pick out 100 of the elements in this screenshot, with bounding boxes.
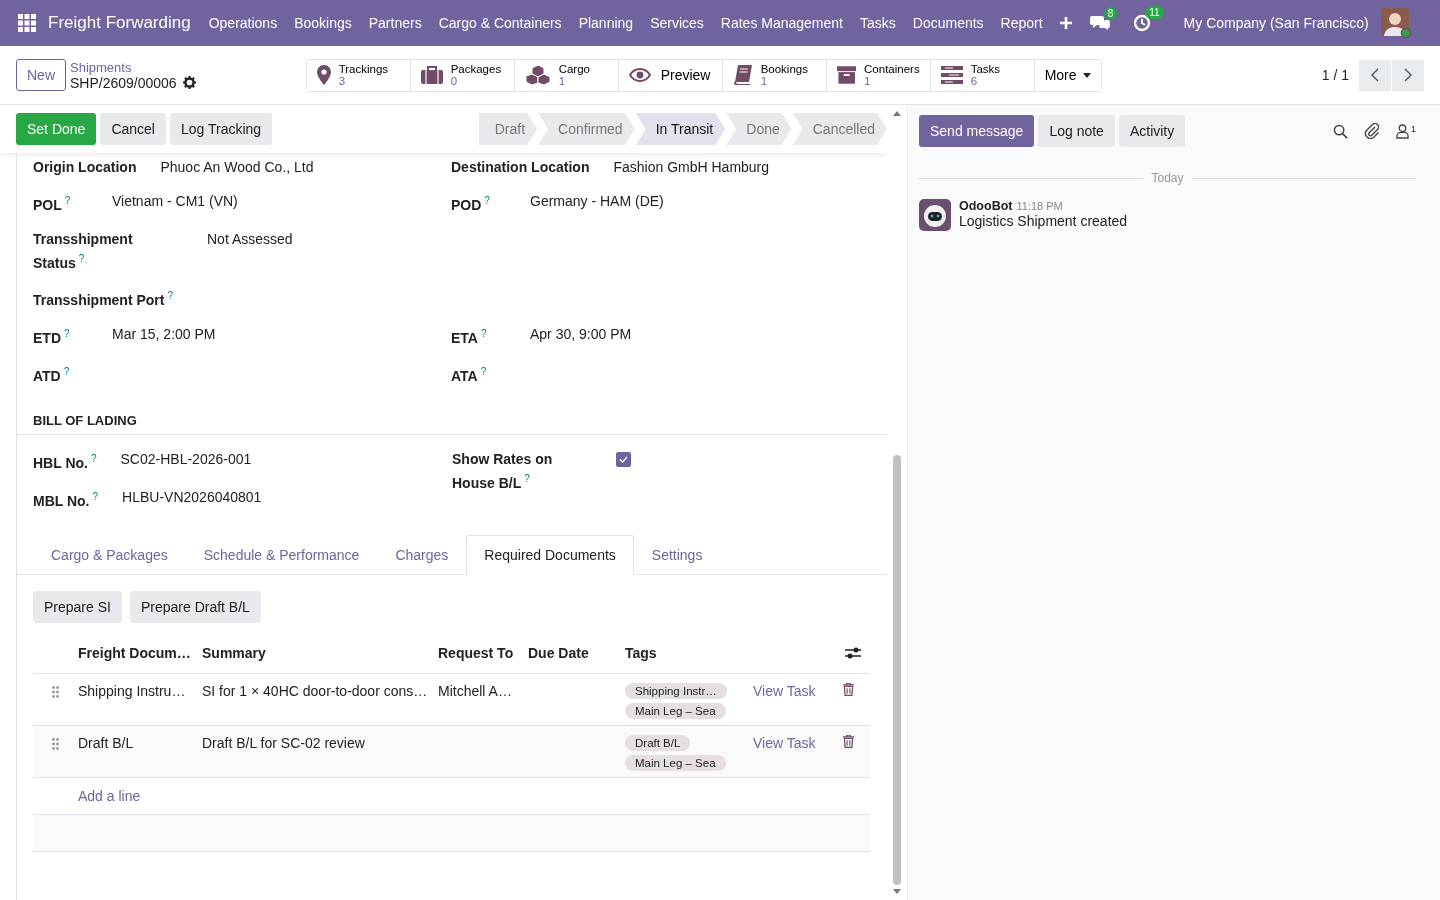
- activity-count: 11: [1145, 6, 1164, 19]
- robot-avatar-icon: [919, 199, 951, 231]
- checkmark-icon: [619, 456, 628, 464]
- field-label: Destination Location: [451, 158, 591, 177]
- menu-item[interactable]: Report: [1000, 15, 1043, 31]
- company-switcher[interactable]: My Company (San Francisco): [1183, 15, 1369, 31]
- field-value: SC02-HBL-2026-001: [120, 450, 252, 470]
- menu-item[interactable]: Services: [650, 15, 704, 31]
- briefcase-icon: [420, 66, 443, 84]
- field-label: ATA $^{?}$: [451, 364, 488, 386]
- document-button[interactable]: Prepare SI: [33, 590, 122, 623]
- notebook-tab[interactable]: Schedule & Performance: [185, 534, 378, 575]
- trash-icon[interactable]: [843, 734, 854, 748]
- list-icon: [940, 66, 963, 84]
- document-button[interactable]: Prepare Draft B/L: [129, 590, 261, 623]
- cubes-icon: [524, 65, 551, 85]
- field-label: Origin Location: [33, 158, 138, 177]
- follower-count: 1: [1411, 123, 1416, 134]
- menu-item[interactable]: Planning: [578, 15, 634, 31]
- smart-button-label: Trackings 3: [338, 63, 389, 87]
- chatter-button[interactable]: Activity: [1118, 115, 1186, 147]
- message-author: OdooBot: [959, 199, 1013, 213]
- apps-grid-icon[interactable]: [18, 14, 36, 32]
- plus-icon[interactable]: [1059, 17, 1072, 29]
- user-icon[interactable]: [1396, 123, 1409, 139]
- section-title: BILL OF LADING: [17, 399, 887, 436]
- status-stage[interactable]: Done: [726, 113, 792, 145]
- chevron-left-icon: [1371, 68, 1379, 82]
- drag-handle-icon[interactable]: [52, 737, 59, 750]
- app-name[interactable]: Freight Forwarding: [48, 13, 191, 33]
- notebook-tab[interactable]: Settings: [633, 534, 721, 575]
- view-task-link[interactable]: View Task: [753, 682, 816, 699]
- date-separator: Today: [1151, 171, 1184, 185]
- chat-icon[interactable]: [1089, 15, 1110, 31]
- eye-icon: [628, 68, 651, 82]
- chatter-button[interactable]: Log note: [1038, 115, 1115, 147]
- trash-icon[interactable]: [843, 682, 854, 696]
- column-header[interactable]: Freight Docum…: [78, 644, 202, 661]
- drag-handle-icon[interactable]: [52, 685, 59, 698]
- tag: Main Leg – Sea: [625, 702, 726, 719]
- status-stage[interactable]: Draft: [478, 113, 538, 145]
- tag: Shipping Instr…: [625, 682, 727, 699]
- notebook-tab[interactable]: Charges: [377, 534, 467, 575]
- menu-item[interactable]: Tasks: [860, 15, 896, 31]
- smart-button[interactable]: Trackings 3: [306, 59, 411, 91]
- menu-item[interactable]: Bookings: [294, 15, 352, 31]
- table-cell-text: Draft B/L: [78, 734, 135, 751]
- search-icon[interactable]: [1333, 123, 1348, 139]
- column-header[interactable]: Tags: [625, 644, 753, 661]
- notebook-tab[interactable]: Cargo & Packages: [33, 534, 186, 575]
- menu-item[interactable]: Documents: [912, 15, 984, 31]
- send-message-button[interactable]: Send message: [919, 115, 1035, 147]
- menu-item[interactable]: Partners: [368, 15, 422, 31]
- scroll-down-icon[interactable]: [893, 889, 901, 894]
- field-label: POL $^{?}$: [33, 194, 72, 215]
- add-line-link[interactable]: Add a line: [78, 787, 141, 804]
- notebook-tab[interactable]: Required Documents: [466, 534, 634, 575]
- clock-icon[interactable]: [1133, 14, 1152, 32]
- status-stage[interactable]: In Transit: [635, 113, 726, 145]
- gear-icon[interactable]: [182, 76, 196, 89]
- map-pin-icon: [316, 65, 331, 85]
- menu-item[interactable]: Cargo & Containers: [438, 15, 562, 31]
- field-value: Vietnam - CM1 (VN): [112, 192, 238, 211]
- new-button[interactable]: New: [16, 59, 66, 91]
- table-cell-text: SI for 1 × 40HC door-to-door cons…: [202, 682, 429, 699]
- message-body: Logistics Shipment created: [959, 213, 1128, 229]
- field-label: ETD $^{?}$: [33, 326, 71, 348]
- secondary-button[interactable]: Cancel: [100, 113, 166, 145]
- column-header[interactable]: Summary: [202, 644, 438, 661]
- breadcrumb-link[interactable]: Shipments: [70, 59, 196, 75]
- view-task-link[interactable]: View Task: [753, 734, 816, 751]
- column-header[interactable]: Due Date: [528, 644, 625, 661]
- status-stage[interactable]: Cancelled: [792, 113, 887, 145]
- scroll-up-icon[interactable]: [893, 111, 901, 116]
- column-header[interactable]: Request To: [438, 644, 528, 661]
- caret-icon: [1082, 72, 1091, 78]
- field-label: ETA $^{?}$: [451, 326, 488, 348]
- paperclip-icon[interactable]: [1364, 123, 1380, 139]
- table-cell: Mitchell A…: [438, 682, 512, 699]
- field-label: Transshipment Status $^{?}$: [33, 229, 134, 273]
- user-avatar-icon[interactable]: [1380, 8, 1411, 38]
- menu-item[interactable]: Operations: [208, 15, 278, 31]
- sliders-icon[interactable]: [843, 645, 863, 660]
- smart-button-label: Containers 1: [864, 63, 920, 87]
- status-stage[interactable]: Confirmed: [538, 113, 635, 145]
- smart-button-label: Tasks 6: [970, 63, 1001, 87]
- table-cell-text: Draft B/L for SC-02 review: [202, 734, 366, 751]
- checkbox[interactable]: [616, 452, 631, 468]
- smart-button-label: Packages 0: [450, 63, 502, 87]
- field-value: Phuoc An Wood Co., Ltd: [160, 158, 314, 177]
- chevron-right-icon: [1404, 68, 1412, 82]
- smart-button-label: Cargo 1: [558, 63, 590, 87]
- secondary-button[interactable]: Log Tracking: [169, 113, 273, 145]
- field-label: Transshipment Port $^{?}$: [33, 289, 175, 310]
- primary-button[interactable]: Set Done: [16, 113, 97, 145]
- scrollbar-thumb[interactable]: [893, 455, 901, 885]
- field-value: HLBU-VN2026040801: [122, 487, 262, 507]
- menu-item[interactable]: Rates Management: [720, 15, 843, 31]
- tag: Main Leg – Sea: [625, 754, 726, 771]
- book-icon: [732, 65, 753, 85]
